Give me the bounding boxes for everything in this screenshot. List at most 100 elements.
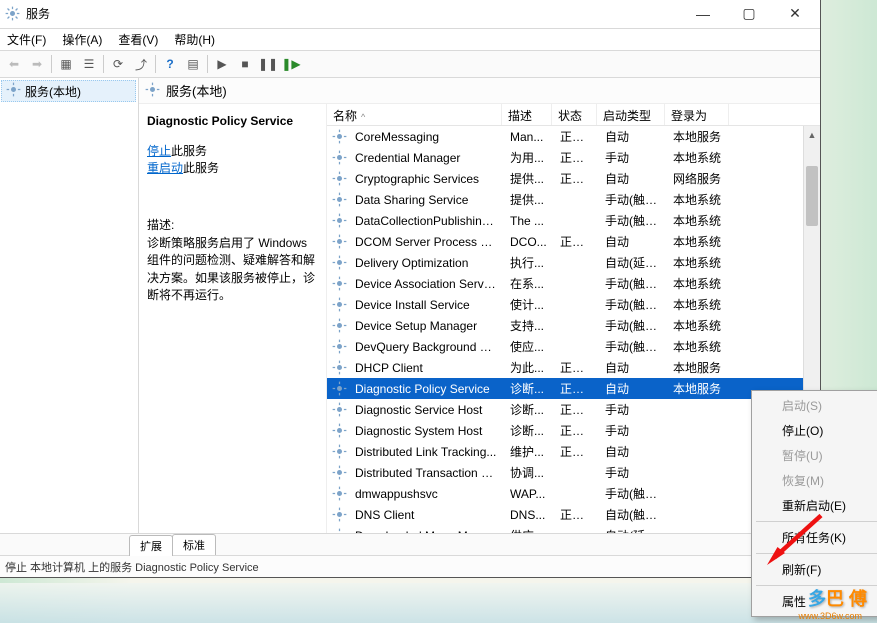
cell-logon: 本地系统	[667, 275, 731, 292]
service-row[interactable]: DataCollectionPublishing...The ...手动(触发.…	[327, 210, 820, 231]
column-logon[interactable]: 登录为	[665, 104, 729, 125]
cell-startup: 手动(触发...	[599, 485, 667, 502]
cell-desc: 为此...	[504, 359, 554, 376]
column-startup[interactable]: 启动类型	[597, 104, 665, 125]
service-row[interactable]: Distributed Link Tracking...维护...正在...自动	[327, 441, 820, 462]
gear-icon	[331, 339, 347, 355]
maximize-button[interactable]: ▢	[726, 0, 772, 28]
service-row[interactable]: Device Setup Manager支持...手动(触发...本地系统	[327, 315, 820, 336]
cell-status: 正在...	[554, 401, 599, 418]
cell-desc: 使应...	[504, 338, 554, 355]
cell-name: Data Sharing Service	[349, 193, 504, 207]
cell-name: DNS Client	[349, 508, 504, 522]
column-name[interactable]: 名称	[327, 104, 502, 125]
service-row[interactable]: Downloaded Maps Man...供应...自动(延迟...	[327, 525, 820, 533]
cell-desc: DCO...	[504, 235, 554, 249]
tab-extended[interactable]: 扩展	[129, 535, 173, 556]
ctx-all-tasks[interactable]: 所有任务(K)	[754, 525, 877, 550]
service-row[interactable]: Credential Manager为用...正在...手动本地系统	[327, 147, 820, 168]
service-row[interactable]: Diagnostic Service Host诊断...正在...手动	[327, 399, 820, 420]
gear-icon	[331, 192, 347, 208]
desktop-bg-bottom	[0, 583, 877, 623]
description-label: 描述:	[147, 216, 318, 233]
scrollbar-thumb[interactable]	[806, 166, 818, 226]
service-row[interactable]: Data Sharing Service提供...手动(触发...本地系统	[327, 189, 820, 210]
service-row[interactable]: DCOM Server Process La...DCO...正在...自动本地…	[327, 231, 820, 252]
minimize-button[interactable]: —	[680, 0, 726, 28]
window-title: 服务	[26, 5, 680, 22]
cell-status: 正在...	[554, 170, 599, 187]
cell-startup: 手动	[599, 149, 667, 166]
gear-icon	[6, 82, 21, 100]
service-row[interactable]: Delivery Optimization执行...自动(延迟...本地系统	[327, 252, 820, 273]
toolbar-pause-button[interactable]: ❚❚	[257, 53, 279, 75]
cell-startup: 自动	[599, 128, 667, 145]
menu-help[interactable]: 帮助(H)	[166, 29, 223, 51]
close-button[interactable]: ✕	[772, 0, 818, 28]
gear-icon	[331, 465, 347, 481]
column-description[interactable]: 描述	[502, 104, 552, 125]
toolbar-details-button[interactable]: ▦	[55, 53, 77, 75]
toolbar-stop-button[interactable]: ■	[234, 53, 256, 75]
service-row[interactable]: DNS ClientDNS...正在...自动(触发...	[327, 504, 820, 525]
service-row[interactable]: DHCP Client为此...正在...自动本地服务	[327, 357, 820, 378]
cell-status: 正在...	[554, 443, 599, 460]
toolbar-help-button[interactable]: ?	[159, 53, 181, 75]
tree-node-services-local[interactable]: 服务(本地)	[1, 80, 136, 102]
ctx-refresh[interactable]: 刷新(F)	[754, 557, 877, 582]
ctx-restart[interactable]: 重新启动(E)	[754, 493, 877, 518]
cell-name: Device Install Service	[349, 298, 504, 312]
menu-view[interactable]: 查看(V)	[110, 29, 166, 51]
menubar: 文件(F) 操作(A) 查看(V) 帮助(H)	[0, 29, 820, 51]
service-row[interactable]: Device Install Service使计...手动(触发...本地系统	[327, 294, 820, 315]
ctx-stop[interactable]: 停止(O)	[754, 418, 877, 443]
cell-desc: 诊断...	[504, 401, 554, 418]
cell-logon: 本地系统	[667, 338, 731, 355]
cell-logon: 本地服务	[667, 128, 731, 145]
service-row[interactable]: Diagnostic System Host诊断...正在...手动	[327, 420, 820, 441]
service-row[interactable]: dmwappushsvcWAP...手动(触发...	[327, 483, 820, 504]
cell-status: 正在...	[554, 380, 599, 397]
toolbar-sep	[155, 55, 156, 73]
toolbar-refresh-button[interactable]: ⟳	[107, 53, 129, 75]
cell-desc: DNS...	[504, 508, 554, 522]
toolbar-restart-button[interactable]: ❚▶	[280, 53, 302, 75]
selected-service-name: Diagnostic Policy Service	[147, 114, 318, 128]
cell-desc: 使计...	[504, 296, 554, 313]
toolbar-list-button[interactable]: ☰	[78, 53, 100, 75]
cell-desc: 诊断...	[504, 422, 554, 439]
cell-desc: 为用...	[504, 149, 554, 166]
toolbar-properties-button[interactable]: ▤	[182, 53, 204, 75]
cell-status: 正在...	[554, 128, 599, 145]
gear-icon	[331, 444, 347, 460]
service-row[interactable]: Device Association Service在系...手动(触发...本…	[327, 273, 820, 294]
cell-desc: 执行...	[504, 254, 554, 271]
cell-name: Downloaded Maps Man...	[349, 529, 504, 534]
cell-name: DHCP Client	[349, 361, 504, 375]
service-row[interactable]: DevQuery Background D...使应...手动(触发...本地系…	[327, 336, 820, 357]
cell-desc: 提供...	[504, 170, 554, 187]
service-row[interactable]: Distributed Transaction C...协调...手动	[327, 462, 820, 483]
link-stop-service[interactable]: 停止	[147, 144, 171, 158]
menu-action[interactable]: 操作(A)	[54, 29, 110, 51]
cell-desc: 供应...	[504, 527, 554, 533]
cell-desc: The ...	[504, 214, 554, 228]
service-row[interactable]: Diagnostic Policy Service诊断...正在...自动本地服…	[327, 378, 820, 399]
cell-desc: 提供...	[504, 191, 554, 208]
gear-icon	[331, 297, 347, 313]
service-row[interactable]: CoreMessagingMan...正在...自动本地服务	[327, 126, 820, 147]
titlebar[interactable]: 服务 — ▢ ✕	[0, 0, 820, 29]
menu-file[interactable]: 文件(F)	[0, 29, 54, 51]
cell-name: Delivery Optimization	[349, 256, 504, 270]
service-row[interactable]: Cryptographic Services提供...正在...自动网络服务	[327, 168, 820, 189]
scroll-up-icon[interactable]: ▲	[804, 126, 820, 143]
gear-icon	[331, 381, 347, 397]
tab-standard[interactable]: 标准	[172, 534, 216, 555]
link-restart-service[interactable]: 重启动	[147, 161, 183, 175]
service-rows[interactable]: CoreMessagingMan...正在...自动本地服务Credential…	[327, 126, 820, 533]
gear-icon	[331, 234, 347, 250]
column-status[interactable]: 状态	[552, 104, 597, 125]
toolbar-play-button[interactable]: ▶	[211, 53, 233, 75]
toolbar-export-button[interactable]: ⤴	[130, 53, 152, 75]
gear-icon	[331, 507, 347, 523]
